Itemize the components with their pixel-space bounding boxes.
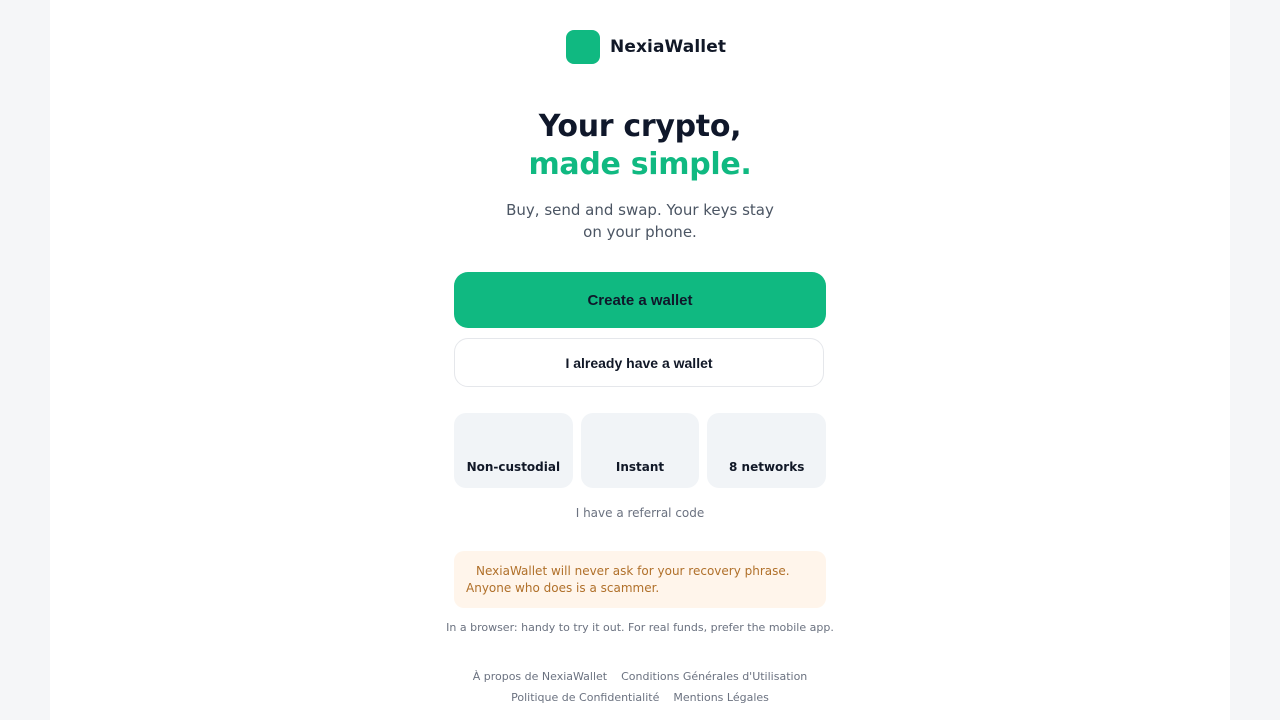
onboarding-page: NexiaWallet Your crypto, made simple. Bu… bbox=[50, 0, 1230, 720]
security-warning-text: NexiaWallet will never ask for your reco… bbox=[466, 564, 790, 595]
import-wallet-button[interactable]: I already have a wallet bbox=[454, 338, 824, 387]
feature-highlights: Non-custodial Instant 8 networks bbox=[454, 413, 827, 488]
nexiawallet-logo-icon bbox=[566, 30, 600, 64]
footer-link-about[interactable]: À propos de NexiaWallet bbox=[473, 666, 607, 687]
footer-links: À propos de NexiaWallet Conditions Génér… bbox=[434, 666, 846, 708]
browser-note: In a browser: handy to try it out. For r… bbox=[446, 621, 834, 634]
hero-title-line1: Your crypto, bbox=[538, 109, 742, 144]
brand-name: NexiaWallet bbox=[610, 37, 727, 57]
hero-title: Your crypto, made simple. bbox=[454, 108, 826, 184]
footer-row: À propos de NexiaWallet Conditions Génér… bbox=[434, 666, 846, 687]
brand-header: NexiaWallet bbox=[566, 30, 726, 64]
feature-label: Instant bbox=[615, 460, 665, 474]
footer-link-privacy[interactable]: Politique de Confidentialité bbox=[511, 687, 659, 708]
footer-link-terms[interactable]: Conditions Générales d'Utilisation bbox=[621, 666, 807, 687]
feature-label: Non-custodial bbox=[466, 460, 561, 474]
hero-subtitle: Buy, send and swap. Your keys stay on yo… bbox=[506, 201, 774, 241]
feature-label: 8 networks bbox=[729, 460, 805, 474]
hero-title-line2: made simple. bbox=[528, 147, 752, 182]
referral-code-link[interactable]: I have a referral code bbox=[454, 506, 826, 520]
footer-link-legal[interactable]: Mentions Légales bbox=[673, 687, 769, 708]
create-wallet-button[interactable]: Create a wallet bbox=[454, 272, 826, 328]
security-warning-banner: NexiaWallet will never ask for your reco… bbox=[454, 551, 826, 608]
footer-row: Politique de Confidentialité Mentions Lé… bbox=[434, 687, 846, 708]
feature-card-networks: 8 networks bbox=[707, 413, 827, 488]
feature-card-non-custodial: Non-custodial bbox=[454, 413, 573, 488]
feature-card-instant: Instant bbox=[580, 413, 700, 488]
